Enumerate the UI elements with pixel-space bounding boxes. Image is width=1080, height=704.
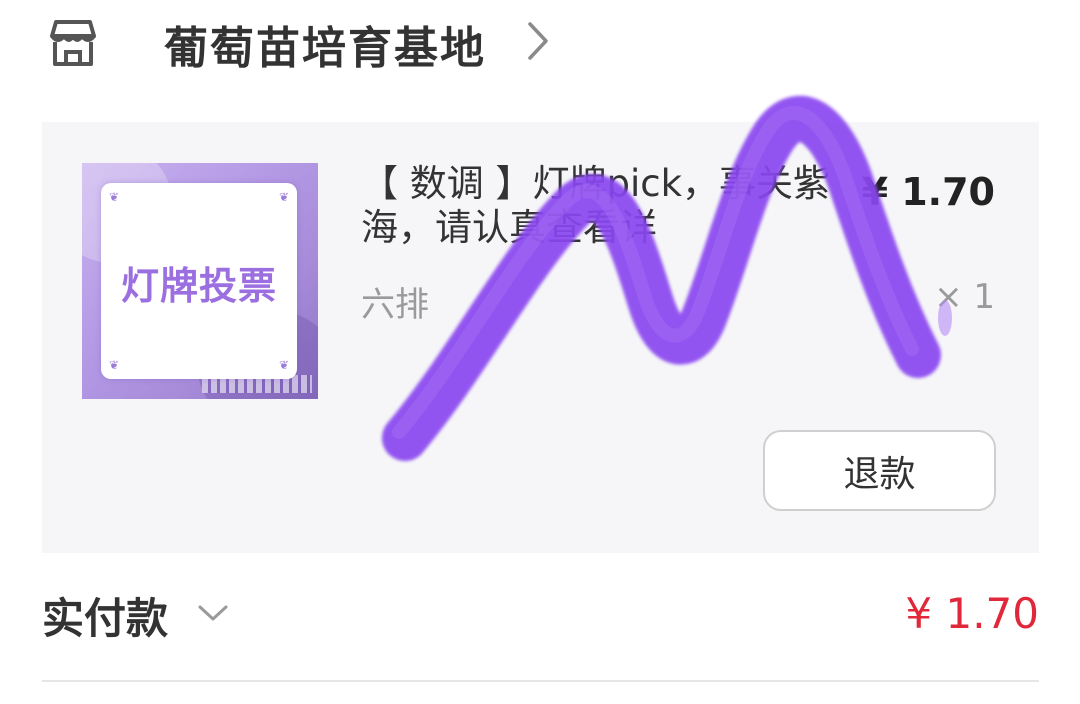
shop-name[interactable]: 葡萄苗培育基地 (164, 12, 486, 76)
payment-label[interactable]: 实付款 (42, 585, 168, 646)
product-title[interactable]: 【 数调 】灯牌pick，事关紫海，请认真查看详 (361, 162, 841, 250)
thumbnail-panel: ❦ ❦ ❦ ❦ 灯牌投票 (101, 183, 297, 379)
butterfly-icon: ❦ (109, 358, 120, 372)
product-sku: 六排 (361, 285, 429, 325)
payment-amount: ¥ 1.70 (905, 589, 1039, 638)
product-price: ¥ 1.70 (861, 170, 995, 214)
refund-button[interactable]: 退款 (763, 430, 996, 511)
payment-row[interactable]: 实付款 ¥ 1.70 (42, 585, 1039, 649)
chevron-down-icon[interactable] (196, 601, 230, 625)
product-thumbnail[interactable]: ❦ ❦ ❦ ❦ 灯牌投票 (82, 163, 318, 399)
divider (42, 680, 1039, 682)
store-icon (50, 20, 96, 66)
chevron-right-icon[interactable] (524, 20, 552, 62)
butterfly-icon: ❦ (278, 190, 289, 204)
thumbnail-title: 灯牌投票 (120, 264, 277, 308)
butterfly-icon: ❦ (109, 190, 120, 204)
product-quantity: × 1 (934, 277, 995, 317)
butterfly-icon: ❦ (278, 358, 289, 372)
shop-header[interactable]: 葡萄苗培育基地 (0, 0, 1080, 100)
order-item-page: 葡萄苗培育基地 ❦ ❦ ❦ ❦ 灯牌投票 【 数调 】灯牌pick，事关紫海，请… (0, 0, 1080, 704)
product-card[interactable]: ❦ ❦ ❦ ❦ 灯牌投票 【 数调 】灯牌pick，事关紫海，请认真查看详 ¥ … (42, 122, 1039, 553)
